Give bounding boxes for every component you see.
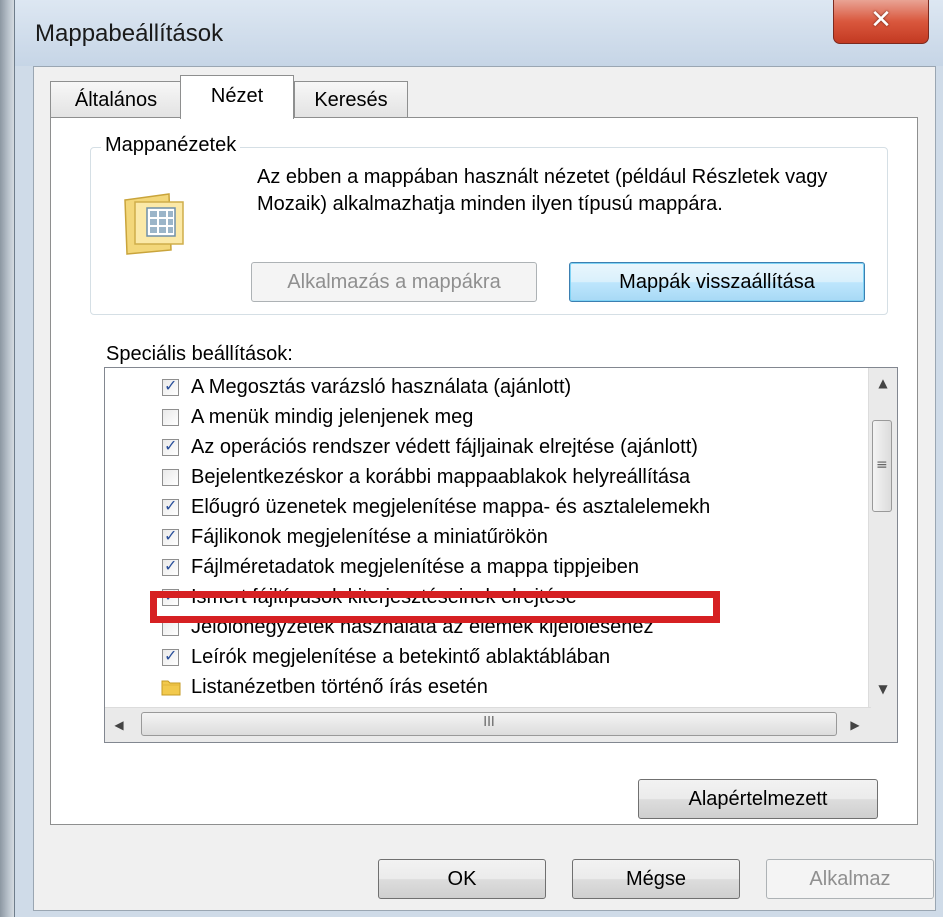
list-item[interactable]: Jelölőnégyzetek használata az elemek kij…: [105, 613, 865, 643]
scroll-left-icon[interactable]: ◀: [105, 710, 133, 740]
tab-view[interactable]: Nézet: [180, 75, 294, 119]
list-item-label: A Megosztás varázsló használata (ajánlot…: [191, 376, 572, 398]
scrollbar-corner: [869, 708, 897, 742]
list-item[interactable]: Leírók megjelenítése a betekintő ablaktá…: [105, 643, 865, 673]
list-item-label: A menük mindig jelenjenek meg: [191, 406, 474, 428]
checkbox[interactable]: [162, 409, 179, 426]
cancel-button[interactable]: Mégse: [572, 859, 740, 899]
horizontal-scroll-thumb[interactable]: III: [141, 712, 837, 736]
grip-icon: ≡: [876, 457, 888, 473]
folder-icon: [161, 680, 181, 696]
list-item[interactable]: Az operációs rendszer védett fájljainak …: [105, 433, 865, 463]
title-bar[interactable]: Mappabeállítások ✕: [15, 0, 943, 66]
list-item[interactable]: A menük mindig jelenjenek meg: [105, 403, 865, 433]
checkbox[interactable]: [162, 496, 179, 516]
list-item[interactable]: Fájlikonok megjelenítése a miniatűrökön: [105, 523, 865, 553]
close-icon: ✕: [870, 5, 892, 35]
checkbox[interactable]: [162, 526, 179, 546]
checkbox[interactable]: [162, 646, 179, 666]
reset-folders-button[interactable]: Mappák visszaállítása: [569, 262, 865, 302]
tab-search[interactable]: Keresés: [294, 81, 408, 117]
scroll-right-icon[interactable]: ▶: [841, 710, 869, 740]
advanced-settings-list[interactable]: A Megosztás varázsló használata (ajánlot…: [104, 367, 898, 743]
desktop-edge: [0, 0, 14, 917]
list-item-label: Listanézetben történő írás esetén: [191, 676, 488, 698]
list-item[interactable]: A Megosztás varázsló használata (ajánlot…: [105, 373, 865, 403]
vertical-scrollbar[interactable]: ▲ ≡ ▼: [868, 368, 897, 708]
vertical-scroll-thumb[interactable]: ≡: [872, 420, 892, 512]
folder-views-group: Mappanézetek Az ebben a mappában használ…: [90, 134, 888, 315]
checkbox[interactable]: [162, 469, 179, 486]
horizontal-scrollbar[interactable]: ◀ III ▶: [105, 707, 871, 742]
checkbox[interactable]: [162, 376, 179, 396]
list-item-label: Ismert fájltípusok kiterjesztéseinek elr…: [191, 586, 577, 608]
list-item[interactable]: Bejelentkezéskor a korábbi mappaablakok …: [105, 463, 865, 493]
list-item-hide-extensions[interactable]: Ismert fájltípusok kiterjesztéseinek elr…: [105, 583, 865, 613]
list-item[interactable]: Fájlméretadatok megjelenítése a mappa ti…: [105, 553, 865, 583]
list-item-label: Fájlméretadatok megjelenítése a mappa ti…: [191, 556, 640, 578]
folder-options-dialog: Mappabeállítások ✕ Általános Nézet Keres…: [14, 0, 943, 917]
restore-defaults-button[interactable]: Alapértelmezett: [638, 779, 878, 819]
list-item-label: Fájlikonok megjelenítése a miniatűrökön: [191, 526, 548, 548]
close-button[interactable]: ✕: [833, 0, 929, 44]
list-item-label: Leírók megjelenítése a betekintő ablaktá…: [191, 646, 611, 668]
checkbox[interactable]: [162, 619, 179, 636]
apply-button[interactable]: Alkalmaz: [766, 859, 934, 899]
apply-to-folders-button[interactable]: Alkalmazás a mappákra: [251, 262, 537, 302]
folder-views-icon: [124, 193, 184, 255]
tab-general[interactable]: Általános: [50, 81, 182, 117]
grip-icon: III: [483, 715, 495, 730]
checkbox[interactable]: [162, 556, 179, 576]
scroll-up-icon[interactable]: ▲: [869, 368, 897, 398]
advanced-settings-label: Speciális beállítások:: [106, 343, 293, 365]
dialog-body: Általános Nézet Keresés Mappanézetek Az …: [33, 66, 936, 911]
list-item-label: Jelölőnégyzetek használata az elemek kij…: [191, 616, 654, 638]
folder-views-description: Az ebben a mappában használt nézetet (pé…: [257, 166, 828, 215]
folder-views-legend: Mappanézetek: [101, 134, 241, 157]
ok-button[interactable]: OK: [378, 859, 546, 899]
scroll-down-icon[interactable]: ▼: [869, 674, 897, 704]
list-item[interactable]: Listanézetben történő írás esetén: [105, 673, 865, 703]
list-item-label: Bejelentkezéskor a korábbi mappaablakok …: [191, 466, 691, 488]
list-item-label: Az operációs rendszer védett fájljainak …: [191, 436, 698, 458]
list-item[interactable]: Előugró üzenetek megjelenítése mappa- és…: [105, 493, 865, 523]
checkbox[interactable]: [162, 586, 179, 606]
list-item-label: Előugró üzenetek megjelenítése mappa- és…: [191, 496, 711, 518]
window-title: Mappabeállítások: [35, 20, 224, 47]
checkbox[interactable]: [162, 436, 179, 456]
